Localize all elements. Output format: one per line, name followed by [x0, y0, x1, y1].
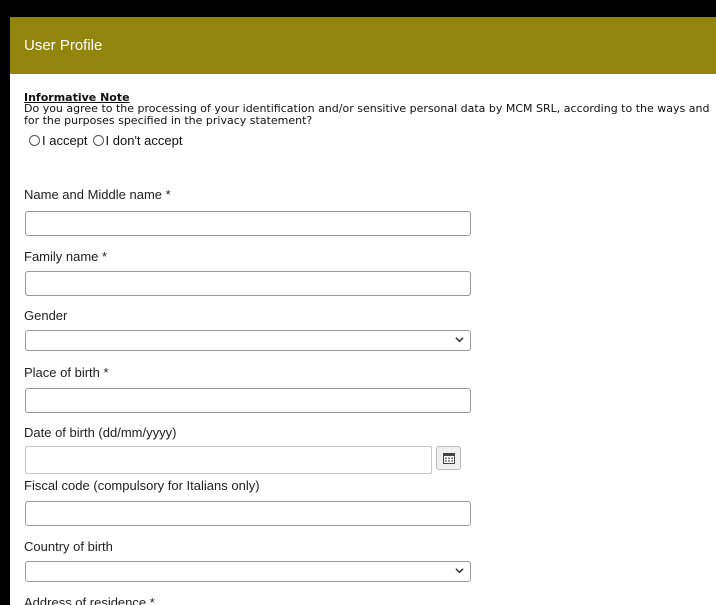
- date-of-birth-label: Date of birth (dd/mm/yyyy): [24, 425, 177, 440]
- country-of-birth-label: Country of birth: [24, 539, 113, 554]
- country-of-birth-select[interactable]: [25, 561, 471, 582]
- decline-option[interactable]: I don't accept: [92, 133, 183, 148]
- place-of-birth-label: Place of birth *: [24, 365, 109, 380]
- fiscal-code-input[interactable]: [25, 501, 471, 526]
- informative-note-text: Do you agree to the processing of your i…: [24, 102, 710, 127]
- decline-radio[interactable]: [92, 135, 104, 146]
- first-name-input[interactable]: [25, 211, 471, 236]
- address-label: Address of residence *: [24, 595, 155, 605]
- accept-option[interactable]: I accept: [29, 133, 88, 148]
- chevron-down-icon: [455, 568, 464, 574]
- calendar-icon: [443, 453, 455, 464]
- consent-radio-group: I accept I don't accept: [29, 133, 187, 148]
- chevron-down-icon: [455, 337, 464, 343]
- gender-select[interactable]: [25, 330, 471, 351]
- user-profile-panel: User Profile Informative Note Do you agr…: [10, 17, 716, 605]
- accept-label[interactable]: I accept: [42, 133, 88, 148]
- first-name-label: Name and Middle name *: [24, 187, 171, 202]
- family-name-input[interactable]: [25, 271, 471, 296]
- date-of-birth-input[interactable]: [25, 446, 432, 474]
- accept-radio[interactable]: [29, 135, 40, 146]
- fiscal-code-label: Fiscal code (compulsory for Italians onl…: [24, 478, 260, 493]
- decline-label[interactable]: I don't accept: [106, 133, 183, 148]
- page-title: User Profile: [24, 37, 103, 54]
- panel-header: User Profile: [10, 17, 716, 74]
- gender-label: Gender: [24, 308, 68, 323]
- family-name-label: Family name *: [24, 249, 108, 264]
- place-of-birth-input[interactable]: [25, 388, 471, 413]
- calendar-button[interactable]: [436, 446, 461, 470]
